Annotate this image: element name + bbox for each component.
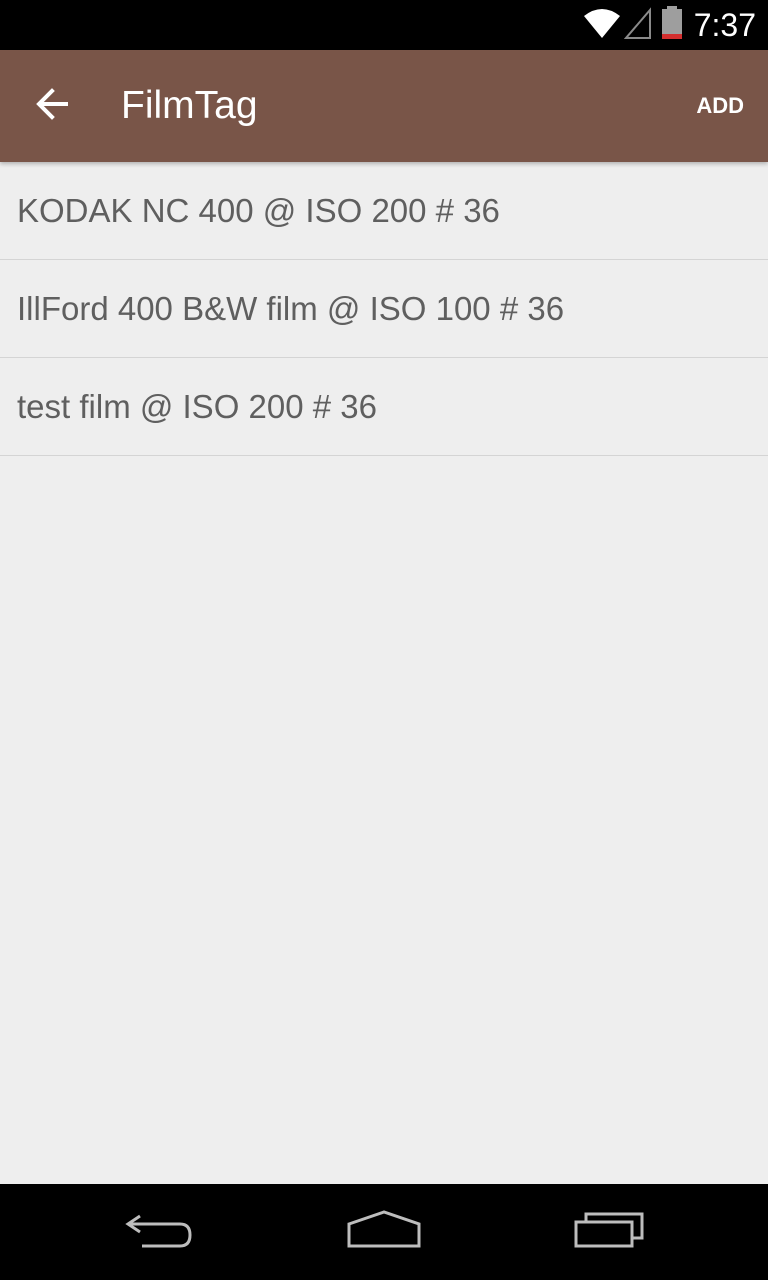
list-item[interactable]: test film @ ISO 200 # 36 (0, 358, 768, 456)
nav-back-button[interactable] (110, 1202, 210, 1262)
status-bar: 7:37 (0, 0, 768, 50)
list-item[interactable]: IllFord 400 B&W film @ ISO 100 # 36 (0, 260, 768, 358)
list-item-label: KODAK NC 400 @ ISO 200 # 36 (17, 191, 500, 229)
back-button[interactable] (24, 78, 80, 134)
back-icon (124, 1210, 196, 1255)
nav-bar (0, 1184, 768, 1280)
recents-icon (574, 1210, 646, 1255)
add-button[interactable]: ADD (696, 90, 744, 122)
home-icon (346, 1209, 422, 1255)
page-title: FilmTag (121, 84, 258, 127)
list-item[interactable]: KODAK NC 400 @ ISO 200 # 36 (0, 162, 768, 260)
film-list: KODAK NC 400 @ ISO 200 # 36 IllFord 400 … (0, 162, 768, 456)
nav-home-button[interactable] (334, 1202, 434, 1262)
app-bar: FilmTag ADD (0, 50, 768, 162)
list-item-label: IllFord 400 B&W film @ ISO 100 # 36 (17, 289, 565, 327)
nav-recents-button[interactable] (560, 1202, 660, 1262)
arrow-back-icon (34, 86, 70, 127)
cell-signal-icon (623, 6, 652, 45)
wifi-icon (582, 6, 622, 45)
status-time: 7:37 (693, 6, 756, 43)
list-item-label: test film @ ISO 200 # 36 (17, 387, 377, 425)
status-icons: 7:37 (582, 0, 756, 50)
battery-icon (660, 5, 684, 45)
screen: 7:37 FilmTag ADD KODAK NC 400 @ ISO 200 … (0, 0, 768, 1280)
